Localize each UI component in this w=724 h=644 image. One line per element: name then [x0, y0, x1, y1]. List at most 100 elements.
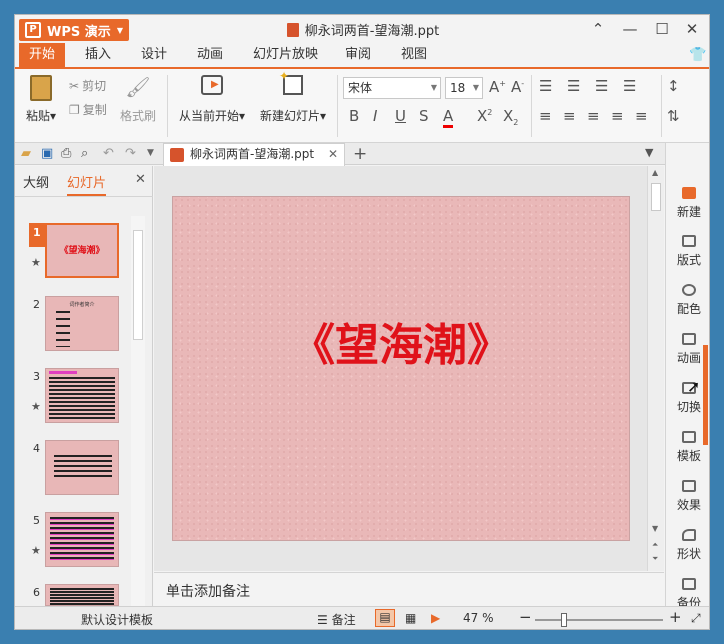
slide-title[interactable]: 《望海潮》 [173, 309, 629, 373]
play-from-current-button[interactable]: ▶ 从当前开始▾ [175, 75, 249, 124]
task-effects-button[interactable]: 效果 [666, 480, 709, 513]
zoom-in-icon[interactable]: + [669, 608, 682, 626]
prev-slide-icon[interactable]: ⏶ [652, 540, 658, 550]
fit-window-icon[interactable]: ⤢ [691, 611, 701, 626]
cut-label: 剪切 [82, 79, 107, 93]
font-color-icon[interactable]: A [443, 107, 454, 128]
copy-button[interactable]: ❐ 复制 [69, 101, 107, 118]
minimize-button[interactable]: — [619, 19, 641, 39]
slide-thumbnail-2[interactable]: 词作者简介 [45, 296, 119, 351]
tab-view[interactable]: 视图 [391, 43, 437, 67]
slide-thumbnail-5[interactable] [45, 512, 119, 567]
tab-outline[interactable]: 大纲 [23, 172, 49, 191]
distribute-icon[interactable]: ≡ [635, 107, 648, 125]
tab-start[interactable]: 开始 [19, 43, 66, 67]
thumbnail-scrollbar[interactable] [131, 216, 145, 606]
slide-thumbnail-6[interactable] [45, 584, 119, 606]
animation-star-icon: ★ [31, 544, 41, 557]
font-size-select[interactable]: 18 ▼ [445, 77, 483, 99]
save-icon[interactable]: ▣ [41, 146, 55, 161]
line-spacing-icon[interactable]: ↕ [667, 77, 680, 95]
zoom-slider[interactable] [535, 613, 663, 627]
notes-area[interactable]: 单击添加备注 [154, 572, 664, 606]
zoom-out-icon[interactable]: − [519, 608, 532, 626]
font-name-value: 宋体 [348, 81, 373, 95]
editor-scrollbar[interactable]: ▲ ▼ ⏶ ⏷ [647, 166, 664, 571]
grow-font-icon[interactable]: A+ [489, 78, 506, 96]
collapse-ribbon-icon[interactable]: ⌃ [587, 19, 609, 39]
tab-design[interactable]: 设计 [131, 43, 177, 67]
bullet-list-icon[interactable]: ☰ [539, 77, 552, 95]
projector-icon: ▶ [201, 75, 223, 95]
layout-icon [682, 235, 696, 247]
document-tab[interactable]: 柳永词两首-望海潮.ppt ✕ [163, 143, 345, 166]
task-layout-button[interactable]: 版式 [666, 235, 709, 268]
format-painter-label: 格式刷 [119, 109, 156, 123]
open-folder-icon[interactable]: ▰ [21, 146, 35, 161]
new-tab-icon[interactable]: + [353, 144, 367, 164]
new-slide-icon: ✦ [279, 69, 303, 95]
underline-icon[interactable]: U [395, 107, 406, 125]
palette-icon [682, 284, 696, 296]
tab-slideshow[interactable]: 幻灯片放映 [243, 43, 328, 67]
justify-icon[interactable]: ≡ [611, 107, 624, 125]
align-left-icon[interactable]: ≡ [539, 107, 552, 125]
slide-thumbnail-4[interactable] [45, 440, 119, 495]
print-preview-icon[interactable]: ⌕ [81, 146, 95, 161]
tab-animation[interactable]: 动画 [187, 43, 233, 67]
subscript-icon[interactable]: X2 [503, 107, 518, 127]
shadow-icon[interactable]: S [419, 107, 429, 125]
decrease-indent-icon[interactable]: ☰ [595, 77, 608, 95]
tab-slides[interactable]: 幻灯片 [67, 172, 107, 196]
normal-view-icon[interactable]: ▤ [375, 609, 395, 627]
slide-number: 4 [33, 442, 40, 455]
new-slide-button[interactable]: ✦ 新建幻灯片▾ [255, 69, 331, 124]
zoom-level[interactable]: 47 % [463, 611, 494, 625]
animation-star-icon: ★ [31, 400, 41, 413]
shrink-font-icon[interactable]: A- [511, 78, 524, 96]
increase-indent-icon[interactable]: ☰ [623, 77, 636, 95]
align-right-icon[interactable]: ≡ [587, 107, 600, 125]
slide-sorter-icon[interactable]: ▦ [405, 611, 416, 625]
format-painter-button[interactable]: 🖌 格式刷 [119, 75, 157, 124]
scrollbar-thumb[interactable] [133, 230, 143, 340]
slide-thumbnail-1[interactable]: 《望海潮》 [45, 223, 119, 278]
task-pane-handle[interactable] [703, 345, 708, 445]
tab-list-icon[interactable]: ▼ [645, 146, 659, 160]
menu-tabs: 开始 插入 设计 动画 幻灯片放映 审阅 视图 👕 [15, 43, 709, 69]
superscript-icon[interactable]: X2 [477, 107, 492, 125]
skin-icon[interactable]: 👕 [679, 43, 709, 67]
next-slide-icon[interactable]: ⏷ [652, 554, 658, 564]
current-slide[interactable]: 《望海潮》 [172, 196, 630, 541]
close-tab-icon[interactable]: ✕ [328, 144, 338, 165]
slideshow-icon[interactable]: ▶ [431, 611, 440, 625]
task-shapes-button[interactable]: 形状 [666, 529, 709, 562]
text-direction-icon[interactable]: ⇅ [667, 107, 680, 125]
design-template-label[interactable]: 默认设计模板 [81, 611, 153, 628]
paste-button[interactable]: 粘贴▾ [25, 75, 57, 124]
effects-icon [682, 480, 696, 492]
scroll-down-icon[interactable]: ▼ [652, 524, 658, 533]
redo-icon[interactable]: ↷ [125, 146, 139, 161]
close-button[interactable]: ✕ [681, 19, 703, 39]
numbered-list-icon[interactable]: ☰ [567, 77, 580, 95]
notes-toggle[interactable]: ☰ 备注 [317, 611, 356, 628]
scrollbar-thumb[interactable] [651, 183, 661, 211]
undo-icon[interactable]: ↶ [103, 146, 117, 161]
scroll-up-icon[interactable]: ▲ [652, 168, 658, 177]
italic-icon[interactable]: I [373, 107, 377, 125]
print-icon[interactable]: ⎙ [61, 146, 75, 161]
zoom-slider-knob[interactable] [561, 613, 567, 627]
font-name-select[interactable]: 宋体 ▼ [343, 77, 441, 99]
close-panel-icon[interactable]: ✕ [135, 172, 146, 187]
maximize-button[interactable]: ☐ [651, 19, 673, 39]
tab-review[interactable]: 审阅 [335, 43, 381, 67]
task-new-button[interactable]: 新建 [666, 187, 709, 220]
slide-thumbnail-3[interactable] [45, 368, 119, 423]
task-color-scheme-button[interactable]: 配色 [666, 284, 709, 317]
cut-button[interactable]: ✂ 剪切 [69, 77, 106, 94]
chevron-down-icon[interactable]: ▼ [147, 148, 161, 162]
tab-insert[interactable]: 插入 [75, 43, 121, 67]
bold-icon[interactable]: B [349, 107, 359, 125]
align-center-icon[interactable]: ≡ [563, 107, 576, 125]
